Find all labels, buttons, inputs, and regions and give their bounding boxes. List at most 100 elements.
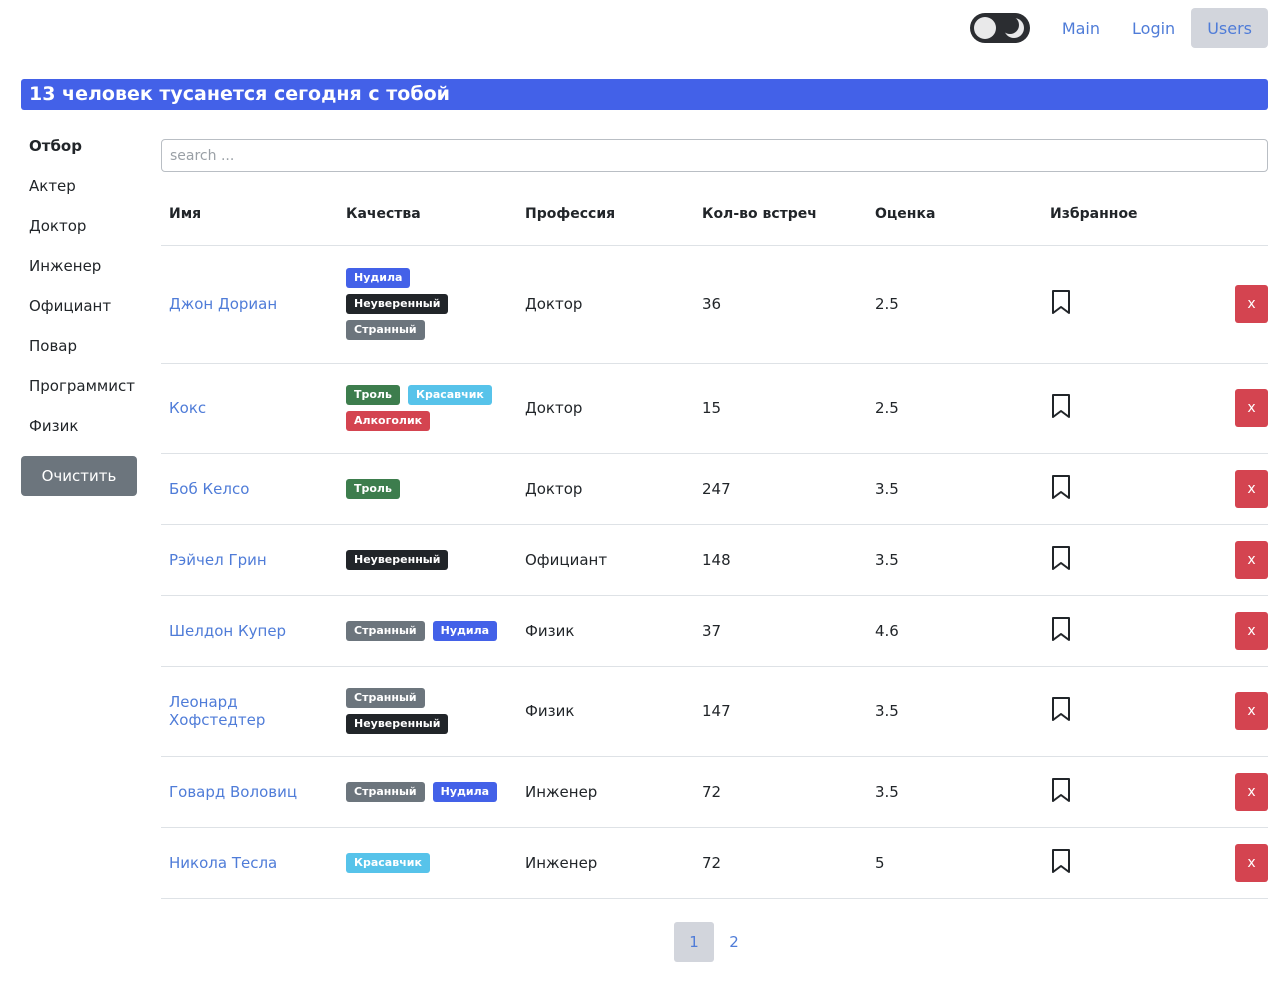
delete-button[interactable]: x (1235, 772, 1268, 811)
cell-delete: x (1212, 524, 1268, 596)
cell-bookmark (1042, 827, 1212, 899)
cell-name: Рэйчел Грин (161, 524, 338, 596)
cell-delete: x (1212, 827, 1268, 899)
table-row: Боб Келсо Троль Доктор 247 3.5 x (161, 453, 1268, 525)
column-header-bookmark[interactable]: Избранное (1042, 183, 1212, 246)
cell-bookmark (1042, 595, 1212, 667)
cell-delete: x (1212, 245, 1268, 364)
bookmark-icon[interactable] (1050, 545, 1072, 571)
bookmark-icon[interactable] (1050, 777, 1072, 803)
quality-badge: Троль (346, 478, 400, 499)
cell-rate: 2.5 (867, 363, 1042, 454)
user-name-link[interactable]: Никола Тесла (169, 854, 277, 872)
nav-link-login[interactable]: Login (1116, 8, 1191, 48)
bookmark-icon[interactable] (1050, 696, 1072, 722)
cell-profession: Инженер (517, 827, 694, 899)
cell-bookmark (1042, 524, 1212, 596)
delete-button[interactable]: x (1235, 692, 1268, 730)
delete-button[interactable]: x (1235, 540, 1268, 579)
cell-delete: x (1212, 453, 1268, 525)
table-row: Кокс Троль Красавчик Алкоголик Доктор 15 2.5 x (161, 363, 1268, 454)
column-header-name[interactable]: Имя (161, 183, 338, 246)
bookmark-icon[interactable] (1050, 848, 1072, 874)
quality-badge: Нудила (346, 268, 411, 288)
search-input[interactable] (161, 139, 1268, 172)
quality-badge: Алкоголик (346, 411, 431, 431)
filter-header: Отбор (29, 137, 82, 155)
delete-button[interactable]: x (1235, 843, 1268, 882)
cell-delete: x (1212, 666, 1268, 757)
delete-button[interactable]: x (1235, 389, 1268, 427)
nav-link-main[interactable]: Main (1046, 8, 1116, 48)
quality-badge: Неуверенный (346, 294, 449, 314)
cell-qualities: Странный Нудила (338, 595, 517, 667)
user-name-link[interactable]: Боб Келсо (169, 480, 249, 498)
users-table: Имя Качества Профессия Кол-во встреч Оце… (161, 183, 1268, 899)
filter-item-programmer[interactable]: Программист (21, 370, 137, 410)
cell-profession: Доктор (517, 363, 694, 454)
delete-button[interactable]: x (1235, 285, 1268, 323)
cell-qualities: Неуверенный (338, 524, 517, 596)
cell-name: Шелдон Купер (161, 595, 338, 667)
quality-badges: Нудила Неуверенный Странный (346, 264, 506, 344)
bookmark-icon[interactable] (1050, 474, 1072, 500)
theme-toggle-knob (973, 17, 996, 39)
cell-name: Никола Тесла (161, 827, 338, 899)
filter-item-waiter[interactable]: Официант (21, 290, 137, 330)
table-row: Никола Тесла Красавчик Инженер 72 5 x (161, 827, 1268, 899)
bookmark-icon[interactable] (1050, 393, 1072, 419)
user-name-link[interactable]: Шелдон Купер (169, 622, 286, 640)
quality-badges: Троль Красавчик Алкоголик (346, 381, 506, 435)
page-2-button[interactable]: 2 (714, 922, 754, 962)
cell-profession: Физик (517, 666, 694, 757)
filter-item-actor[interactable]: Актер (21, 170, 137, 210)
cell-profession: Инженер (517, 756, 694, 828)
table-row: Говард Воловиц Странный Нудила Инженер 72 3.5… (161, 756, 1268, 828)
cell-rate: 3.5 (867, 453, 1042, 525)
column-header-qualities: Качества (338, 183, 517, 246)
cell-bookmark (1042, 453, 1212, 525)
user-name-link[interactable]: Говард Воловиц (169, 783, 297, 801)
cell-name: Боб Келсо (161, 453, 338, 525)
cell-profession: Официант (517, 524, 694, 596)
clear-filter-button[interactable]: Очистить (21, 456, 137, 496)
table-header-row: Имя Качества Профессия Кол-во встреч Оце… (161, 183, 1268, 246)
bookmark-icon[interactable] (1050, 616, 1072, 642)
user-name-link[interactable]: Кокс (169, 399, 206, 417)
cell-name: Леонард Хофстедтер (161, 666, 338, 757)
cell-meetings: 247 (694, 453, 867, 525)
cell-name: Кокс (161, 363, 338, 454)
delete-button[interactable]: x (1235, 469, 1268, 508)
user-name-link[interactable]: Леонард Хофстедтер (169, 693, 265, 729)
filter-item-engineer[interactable]: Инженер (21, 250, 137, 290)
quality-badge: Странный (346, 620, 425, 641)
quality-badge: Неуверенный (346, 549, 449, 570)
cell-rate: 3.5 (867, 666, 1042, 757)
column-header-rate[interactable]: Оценка (867, 183, 1042, 246)
people-count-banner: 13 человек тусанется сегодня с тобой (21, 79, 1268, 110)
delete-button[interactable]: x (1235, 611, 1268, 650)
filter-item-cook[interactable]: Повар (21, 330, 137, 370)
user-name-link[interactable]: Джон Дориан (169, 295, 277, 313)
cell-name: Джон Дориан (161, 245, 338, 364)
filter-item-physicist[interactable]: Физик (21, 410, 137, 450)
column-header-meetings[interactable]: Кол-во встреч (694, 183, 867, 246)
filter-item-doctor[interactable]: Доктор (21, 210, 137, 250)
cell-bookmark (1042, 245, 1212, 364)
nav-link-users[interactable]: Users (1191, 8, 1268, 48)
cell-rate: 2.5 (867, 245, 1042, 364)
user-name-link[interactable]: Рэйчел Грин (169, 551, 267, 569)
page-1-button[interactable]: 1 (674, 922, 714, 962)
quality-badge: Странный (346, 320, 425, 340)
cell-meetings: 147 (694, 666, 867, 757)
theme-toggle[interactable] (969, 13, 1030, 43)
filter-sidebar: Отбор Актер Доктор Инженер Официант Пова… (21, 130, 137, 496)
bookmark-icon[interactable] (1050, 289, 1072, 315)
cell-rate: 3.5 (867, 756, 1042, 828)
top-nav: Main Login Users (969, 8, 1268, 48)
column-header-profession[interactable]: Профессия (517, 183, 694, 246)
quality-badge: Нудила (432, 781, 498, 802)
quality-badge: Странный (346, 781, 425, 802)
cell-meetings: 72 (694, 756, 867, 828)
quality-badge: Красавчик (346, 852, 430, 873)
